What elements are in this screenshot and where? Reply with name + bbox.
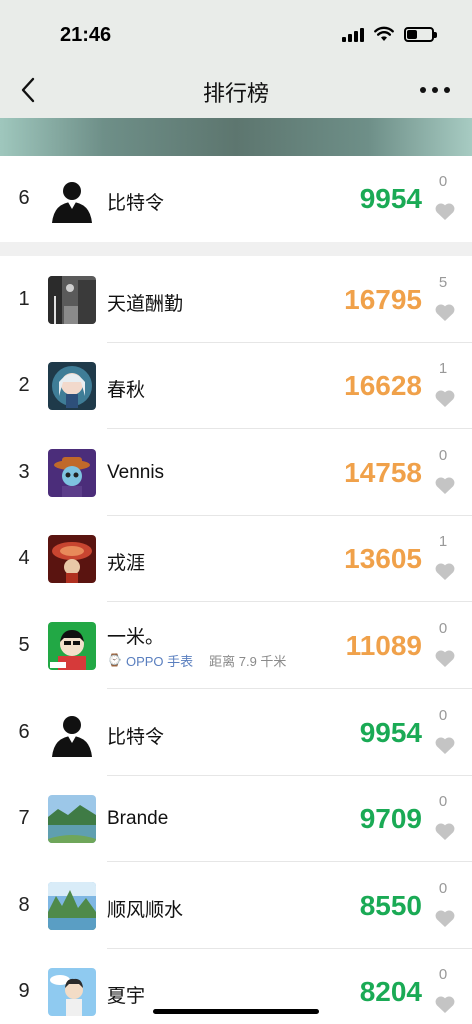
ranking-row[interactable]: 7 Brande 9709 0 xyxy=(0,776,472,862)
step-count: 8204 xyxy=(359,976,422,1007)
heart-icon[interactable] xyxy=(434,648,456,668)
avatar[interactable] xyxy=(48,795,96,843)
step-count: 8550 xyxy=(359,889,422,921)
like-count: 0 xyxy=(438,966,448,983)
rank-number: 2 xyxy=(18,374,30,396)
ranking-row[interactable]: 3 Vennis 14758 0 xyxy=(0,429,472,516)
rank-number: 3 xyxy=(18,460,30,483)
ranking-row[interactable]: 6 比特令 9954 0 xyxy=(0,689,472,776)
heart-icon[interactable] xyxy=(434,735,456,755)
status-time: 21:46 xyxy=(60,24,112,46)
user-name: Vennis xyxy=(107,461,165,483)
rank-number: 5 xyxy=(18,633,30,656)
rank-number: 9 xyxy=(18,980,30,1002)
avatar[interactable] xyxy=(48,621,96,670)
user-name: 比特令 xyxy=(107,193,165,214)
like-count: 5 xyxy=(438,273,448,291)
avatar[interactable] xyxy=(48,175,96,223)
heart-icon[interactable] xyxy=(434,388,456,408)
ranking-row[interactable]: 4 戎涯 13605 1 xyxy=(0,516,472,602)
cellular-signal-icon xyxy=(342,26,364,42)
like-count: 0 xyxy=(438,879,448,897)
more-button[interactable] xyxy=(420,80,450,100)
rank-number: 6 xyxy=(18,187,30,209)
step-count: 16795 xyxy=(344,283,422,315)
heart-icon[interactable] xyxy=(434,821,456,841)
avatar[interactable] xyxy=(48,881,96,930)
user-name: 顺风顺水 xyxy=(107,899,184,921)
rank-number: 1 xyxy=(18,287,30,310)
device-name: OPPO 手表 xyxy=(125,653,194,669)
like-count: 0 xyxy=(438,793,448,810)
avatar[interactable] xyxy=(48,535,96,583)
like-count: 1 xyxy=(438,360,448,377)
user-name: 夏宇 xyxy=(107,986,146,1007)
avatar[interactable] xyxy=(48,362,96,410)
like-count: 0 xyxy=(438,619,448,637)
status-icons xyxy=(342,26,437,42)
ranking-row[interactable]: 1 天道酬勤 16795 5 xyxy=(0,256,472,343)
avatar[interactable] xyxy=(48,448,96,497)
like-count: 1 xyxy=(438,533,448,550)
rank-number: 8 xyxy=(18,893,30,916)
ranking-row[interactable]: 6 比特令 9954 0 xyxy=(0,156,472,242)
home-indicator xyxy=(153,1009,319,1014)
avatar[interactable] xyxy=(48,708,96,757)
step-count: 16628 xyxy=(344,370,422,401)
heart-icon[interactable] xyxy=(434,561,456,581)
user-name: Brande xyxy=(107,808,169,829)
cover-banner xyxy=(0,118,472,156)
avatar[interactable] xyxy=(48,968,96,1016)
like-count: 0 xyxy=(438,446,448,464)
user-name: 春秋 xyxy=(107,380,146,401)
heart-icon[interactable] xyxy=(434,201,456,221)
user-name: 比特令 xyxy=(107,726,165,748)
like-count: 0 xyxy=(438,706,448,724)
user-name: 戎涯 xyxy=(107,553,146,574)
step-count: 9954 xyxy=(359,716,422,748)
user-name: 天道酬勤 xyxy=(107,293,184,315)
ranking-row[interactable]: 8 顺风顺水 8550 0 xyxy=(0,862,472,949)
rank-number: 7 xyxy=(18,807,30,829)
step-count: 14758 xyxy=(344,456,422,488)
battery-icon xyxy=(404,26,437,42)
watch-icon: ⌚ xyxy=(107,653,122,667)
rank-number: 4 xyxy=(18,547,30,569)
page-title: 排行榜 xyxy=(202,81,269,106)
section-gap xyxy=(0,242,472,256)
user-name: 一米。 xyxy=(107,626,165,648)
wifi-icon xyxy=(374,26,394,41)
device-info: ⌚ OPPO 手表 距离 7.9 千米 xyxy=(107,651,286,670)
avatar[interactable] xyxy=(48,275,96,324)
heart-icon[interactable] xyxy=(434,302,456,322)
rank-number: 6 xyxy=(18,720,30,743)
like-count: 0 xyxy=(438,173,448,190)
step-count: 11089 xyxy=(345,629,422,661)
step-count: 9954 xyxy=(359,183,422,214)
distance-text: 距离 7.9 千米 xyxy=(209,653,287,669)
step-count: 9709 xyxy=(359,803,422,834)
heart-icon[interactable] xyxy=(434,475,456,495)
heart-icon[interactable] xyxy=(434,908,456,928)
top-bar: 21:46 排行榜 xyxy=(0,0,472,118)
ranking-row[interactable]: 2 春秋 16628 1 xyxy=(0,343,472,429)
step-count: 13605 xyxy=(344,543,422,574)
ranking-row[interactable]: 5 一米。 ⌚ OPPO 手表 距离 7.9 千米 11089 0 xyxy=(0,602,472,689)
heart-icon[interactable] xyxy=(434,994,456,1014)
